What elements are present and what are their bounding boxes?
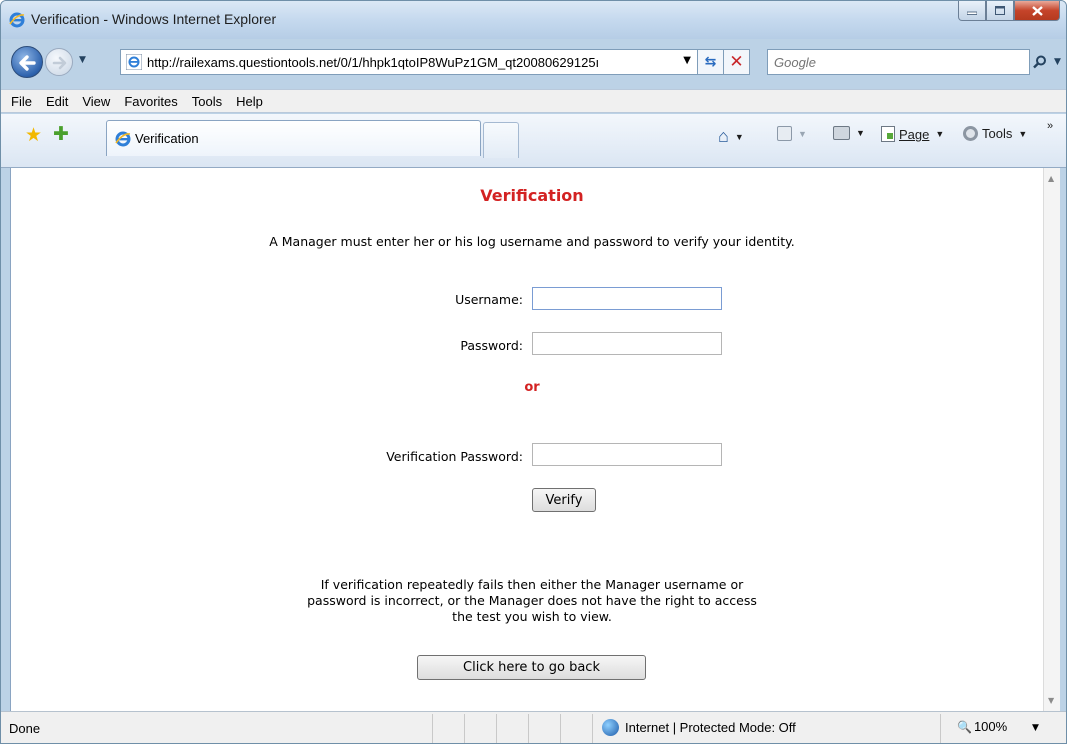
tab-bar: ★ ✚ Verification ⌂ ▼ ▼ ▼ Page ▼ Tools ▼ »	[1, 114, 1066, 168]
page-icon	[881, 126, 895, 142]
tab-verification[interactable]: Verification	[106, 120, 481, 156]
close-icon	[1031, 5, 1043, 16]
address-url[interactable]: http://railexams.questiontools.net/0/1/h…	[147, 55, 667, 70]
verify-button[interactable]: Verify	[532, 488, 596, 512]
add-favorites-icon[interactable]: ✚	[53, 123, 69, 145]
feeds-icon	[777, 126, 792, 141]
refresh-button[interactable]: ⇆	[698, 49, 724, 75]
maximize-button[interactable]	[986, 1, 1014, 21]
tab-label: Verification	[135, 131, 199, 146]
home-dropdown-icon[interactable]: ▼	[735, 132, 744, 142]
internet-explorer-icon	[9, 12, 25, 28]
help-text-line: the test you wish to view.	[452, 609, 612, 624]
verification-password-field[interactable]	[532, 443, 722, 466]
print-dropdown-icon[interactable]: ▼	[856, 128, 865, 138]
password-field[interactable]	[532, 332, 722, 355]
window-title: Verification - Windows Internet Explorer	[31, 11, 277, 27]
go-back-button[interactable]: Click here to go back	[417, 655, 646, 680]
security-zone-label: Internet | Protected Mode: Off	[625, 720, 796, 735]
status-text: Done	[9, 721, 41, 736]
status-divider	[592, 714, 593, 743]
menu-edit[interactable]: Edit	[40, 94, 76, 109]
stop-icon: ✕	[729, 52, 744, 72]
vertical-scrollbar[interactable]: ▲ ▼	[1043, 168, 1060, 711]
scroll-up-icon[interactable]: ▲	[1048, 174, 1054, 183]
menu-help[interactable]: Help	[230, 94, 271, 109]
or-separator: or	[524, 380, 540, 395]
status-divider	[496, 714, 497, 743]
status-divider	[432, 714, 433, 743]
more-commands-chevron-icon[interactable]: »	[1047, 120, 1053, 132]
status-divider	[940, 714, 941, 743]
scroll-down-icon[interactable]: ▼	[1048, 696, 1054, 705]
search-box[interactable]	[767, 49, 1030, 75]
gear-icon	[963, 126, 978, 141]
status-divider	[528, 714, 529, 743]
page-content: Verification A Manager must enter her or…	[10, 168, 1052, 711]
address-dropdown-icon[interactable]: ▼	[683, 55, 691, 66]
help-text-line: password is incorrect, or the Manager do…	[307, 593, 757, 608]
page-menu-button[interactable]: Page ▼	[881, 126, 944, 142]
status-divider	[560, 714, 561, 743]
print-button[interactable]: ▼	[833, 126, 865, 140]
menu-file[interactable]: File	[5, 94, 40, 109]
title-bar: Verification - Windows Internet Explorer	[1, 1, 1066, 39]
search-icon	[1033, 55, 1047, 69]
address-bar[interactable]: http://railexams.questiontools.net/0/1/h…	[120, 49, 698, 75]
print-icon	[833, 126, 850, 140]
page-favicon-icon	[126, 54, 142, 70]
security-zone[interactable]: Internet | Protected Mode: Off	[602, 719, 796, 736]
maximize-icon	[995, 6, 1005, 15]
address-row: ▼ http://railexams.questiontools.net/0/1…	[1, 41, 1066, 87]
status-bar: Done Internet | Protected Mode: Off 🔍 10…	[1, 711, 1066, 743]
page-title: Verification	[480, 186, 584, 205]
feeds-button[interactable]: ▼	[777, 126, 807, 141]
forward-button[interactable]	[45, 48, 73, 76]
zoom-icon: 🔍	[957, 719, 972, 734]
menu-bar: File Edit View Favorites Tools Help	[1, 89, 1066, 113]
browser-window: Verification - Windows Internet Explorer…	[0, 0, 1067, 744]
home-icon: ⌂	[718, 126, 729, 146]
tools-menu-button[interactable]: Tools ▼	[963, 126, 1027, 141]
password-label: Password:	[460, 338, 523, 353]
stop-button[interactable]: ✕	[724, 49, 750, 75]
feeds-dropdown-icon[interactable]: ▼	[798, 129, 807, 139]
username-field[interactable]	[532, 287, 722, 310]
username-label: Username:	[455, 292, 523, 307]
minimize-button[interactable]	[958, 1, 986, 21]
recent-pages-dropdown-icon[interactable]: ▼	[79, 55, 91, 67]
verification-password-label: Verification Password:	[386, 449, 523, 464]
back-arrow-icon	[19, 55, 36, 71]
zoom-level[interactable]: 🔍 100%	[957, 719, 1007, 734]
back-button[interactable]	[11, 46, 43, 78]
minimize-icon	[967, 11, 977, 15]
intro-text: A Manager must enter her or his log user…	[269, 234, 795, 249]
globe-icon	[602, 719, 619, 736]
search-button[interactable]: ▼	[1032, 51, 1062, 73]
page-dropdown-icon: ▼	[935, 129, 945, 139]
favorites-star-icon[interactable]: ★	[25, 124, 42, 146]
internet-explorer-icon	[115, 131, 131, 147]
zoom-dropdown-icon[interactable]: ▼	[1032, 723, 1039, 733]
refresh-icon: ⇆	[704, 54, 717, 70]
close-button[interactable]	[1014, 1, 1060, 21]
status-divider	[464, 714, 465, 743]
page-menu-label: Page	[899, 126, 930, 142]
search-options-dropdown-icon[interactable]: ▼	[1054, 57, 1061, 67]
menu-tools[interactable]: Tools	[186, 94, 230, 109]
menu-view[interactable]: View	[76, 94, 118, 109]
tools-menu-label: Tools	[982, 126, 1013, 141]
search-input[interactable]	[768, 50, 1029, 74]
help-text-line: If verification repeatedly fails then ei…	[320, 577, 744, 592]
tools-dropdown-icon: ▼	[1018, 128, 1028, 139]
new-tab-button[interactable]	[483, 122, 519, 158]
window-controls	[958, 1, 1060, 21]
zoom-level-label: 100%	[973, 719, 1008, 734]
home-button[interactable]: ⌂ ▼	[718, 126, 744, 147]
forward-arrow-icon	[52, 56, 67, 70]
help-text: If verification repeatedly fails then ei…	[11, 577, 1053, 625]
menu-favorites[interactable]: Favorites	[118, 94, 185, 109]
